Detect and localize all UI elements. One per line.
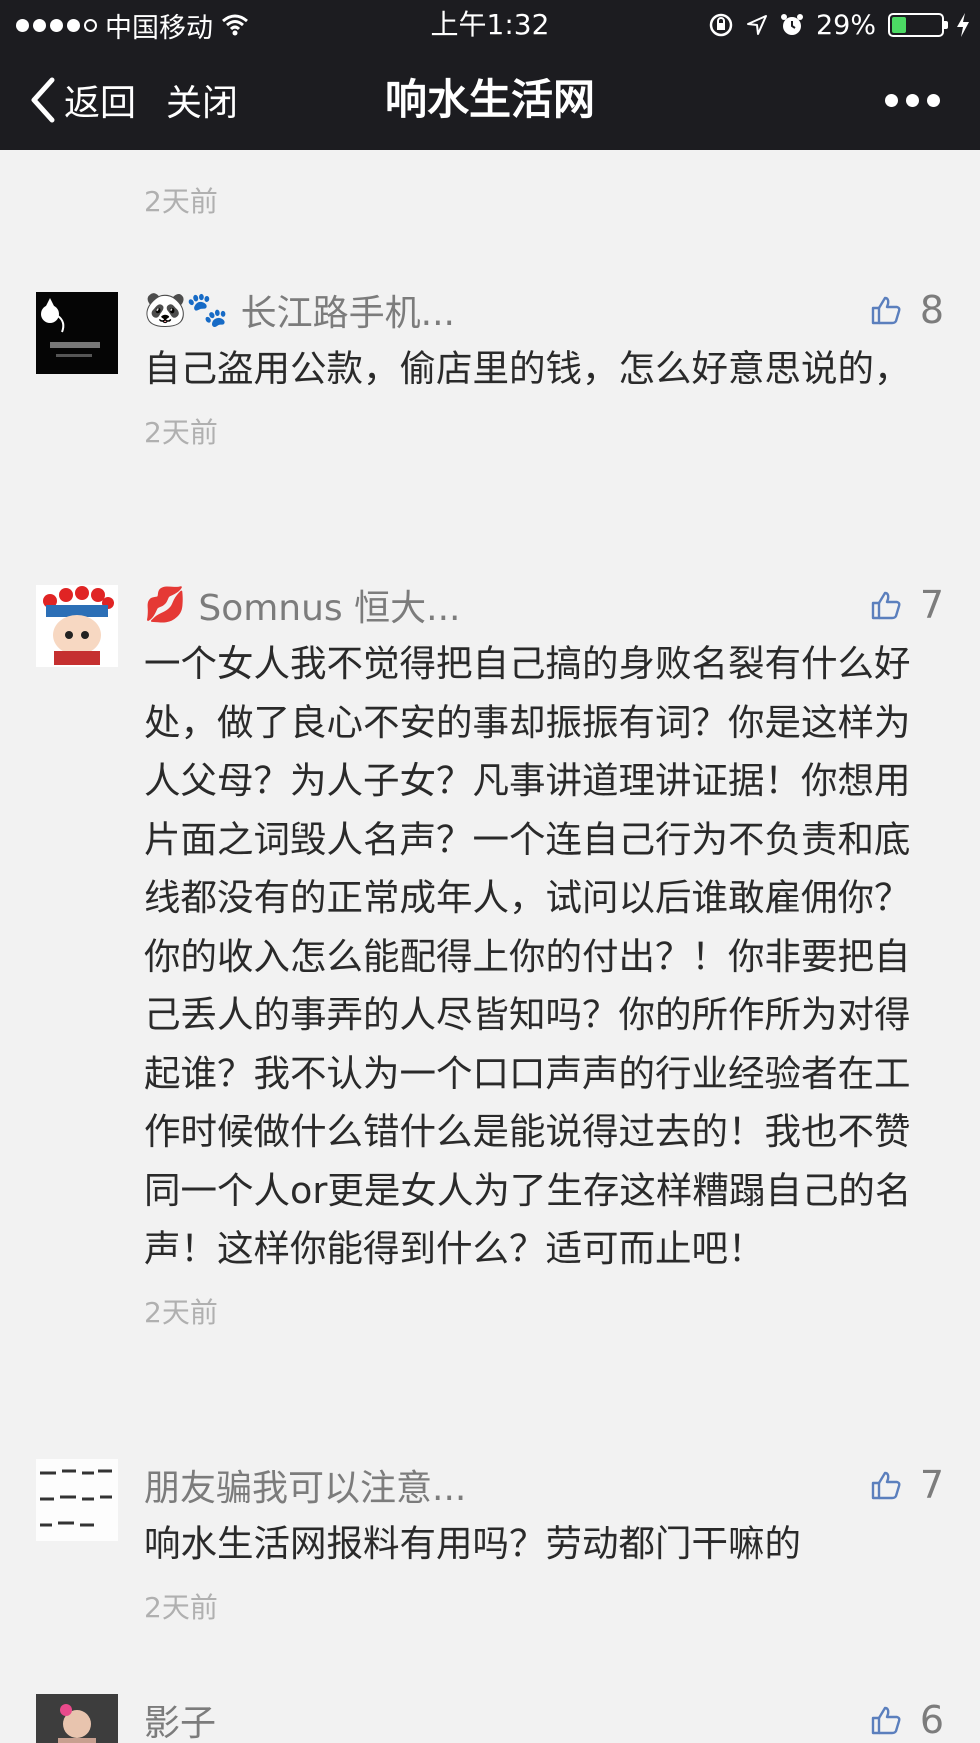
back-label: 返回: [64, 83, 137, 124]
alarm-icon: [780, 14, 803, 35]
panda-paw-emoji: 🐼🐾: [144, 290, 229, 330]
like-button[interactable]: 7: [870, 1455, 944, 1515]
status-bar: 中国移动 上午1:32 29%: [0, 0, 980, 50]
comment-header: 🐼🐾 长江路手机... 8: [144, 280, 944, 340]
like-button[interactable]: 7: [870, 575, 944, 635]
comment-time: 2天前: [144, 185, 218, 218]
comment-time: 2天前: [144, 415, 218, 449]
comment-item: 💋 Somnus 恒大... 7 一个女人我不觉得把自己搞的身败名裂有什么好处，…: [0, 575, 980, 1331]
like-button[interactable]: 8: [870, 280, 944, 340]
comment-header: 影子 6: [144, 1690, 944, 1743]
comment-author[interactable]: 朋友骗我可以注意...: [144, 1459, 466, 1511]
page-title: 响水生活网: [384, 75, 595, 124]
avatar[interactable]: [36, 1694, 118, 1743]
nav-bar: 返回 关闭 响水生活网: [0, 50, 980, 150]
comment-author[interactable]: 🐼🐾 长江路手机...: [144, 284, 455, 336]
location-icon: [746, 15, 767, 35]
comment-text: 响水生活网报料有用吗？劳动都门干嘛的: [144, 1522, 801, 1565]
back-button[interactable]: 返回: [30, 50, 136, 150]
battery-icon: [888, 13, 948, 37]
author-name: Somnus 恒大...: [198, 588, 461, 629]
thumbs-up-icon: [871, 1706, 901, 1735]
comment-time: 2天前: [144, 1590, 218, 1624]
rotation-lock-icon: [709, 13, 733, 37]
kiss-mark-emoji: 💋: [144, 585, 187, 625]
comment-author[interactable]: 影子: [144, 1694, 216, 1743]
comment-text: 一个女人我不觉得把自己搞的身败名裂有什么好处，做了良心不安的事却振振有词？你是这…: [144, 642, 912, 1270]
like-count: 7: [919, 1463, 944, 1507]
like-count: 8: [919, 288, 944, 332]
comment-header: 💋 Somnus 恒大... 7: [144, 575, 944, 635]
avatar[interactable]: [36, 1459, 118, 1541]
comment-item: 🐼🐾 长江路手机... 8 自己盗用公款，偷店里的钱，怎么好意思说的， 2天前: [0, 280, 980, 451]
comment-author[interactable]: 💋 Somnus 恒大...: [144, 579, 460, 631]
comment-item: 影子 6: [0, 1690, 980, 1743]
author-name: 影子: [144, 1703, 217, 1743]
battery-percent: 29%: [815, 9, 876, 41]
comment-item-partial: 2天前: [0, 150, 980, 240]
charging-icon: [957, 13, 969, 37]
comment-item: 朋友骗我可以注意... 7 响水生活网报料有用吗？劳动都门干嘛的 2天前: [0, 1455, 980, 1626]
like-count: 6: [919, 1698, 944, 1742]
like-button[interactable]: 6: [870, 1690, 944, 1743]
thumbs-up-icon: [871, 1471, 901, 1500]
avatar[interactable]: [36, 585, 118, 667]
close-button[interactable]: 关闭: [166, 50, 238, 150]
chevron-left-icon: [31, 77, 55, 123]
comment-time: 2天前: [144, 1295, 218, 1329]
battery-fill: [892, 17, 906, 33]
comment-header: 朋友骗我可以注意... 7: [144, 1455, 944, 1515]
thumbs-up-icon: [871, 591, 901, 620]
like-count: 7: [919, 583, 944, 627]
author-name: 长江路手机...: [240, 293, 456, 334]
thumbs-up-icon: [871, 296, 901, 325]
avatar[interactable]: [36, 292, 118, 374]
comment-text: 自己盗用公款，偷店里的钱，怎么好意思说的，: [144, 347, 911, 390]
status-right: 29%: [708, 0, 970, 50]
wechat-webview-screen: 中国移动 上午1:32 29% 返回 关闭 响水生活网 2天前 🐼🐾 长江路手机…: [0, 0, 980, 1743]
author-name: 朋友骗我可以注意...: [144, 1468, 467, 1509]
more-dots-icon[interactable]: [885, 50, 940, 150]
